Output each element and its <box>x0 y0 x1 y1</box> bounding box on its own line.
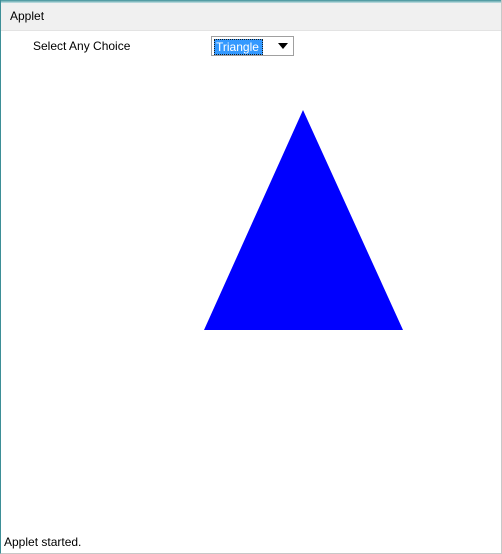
triangle-shape <box>204 110 403 330</box>
drawing-canvas <box>204 110 403 330</box>
menu-bar: Applet <box>1 3 501 31</box>
status-text: Applet started. <box>4 535 82 549</box>
selected-choice: Triangle <box>214 39 263 55</box>
shape-choice-dropdown[interactable]: Triangle <box>211 36 294 56</box>
applet-window: Applet Select Any Choice Triangle Applet… <box>0 0 502 554</box>
choice-label: Select Any Choice <box>33 39 131 53</box>
chevron-down-icon[interactable] <box>278 43 288 49</box>
applet-menu[interactable]: Applet <box>10 9 44 23</box>
